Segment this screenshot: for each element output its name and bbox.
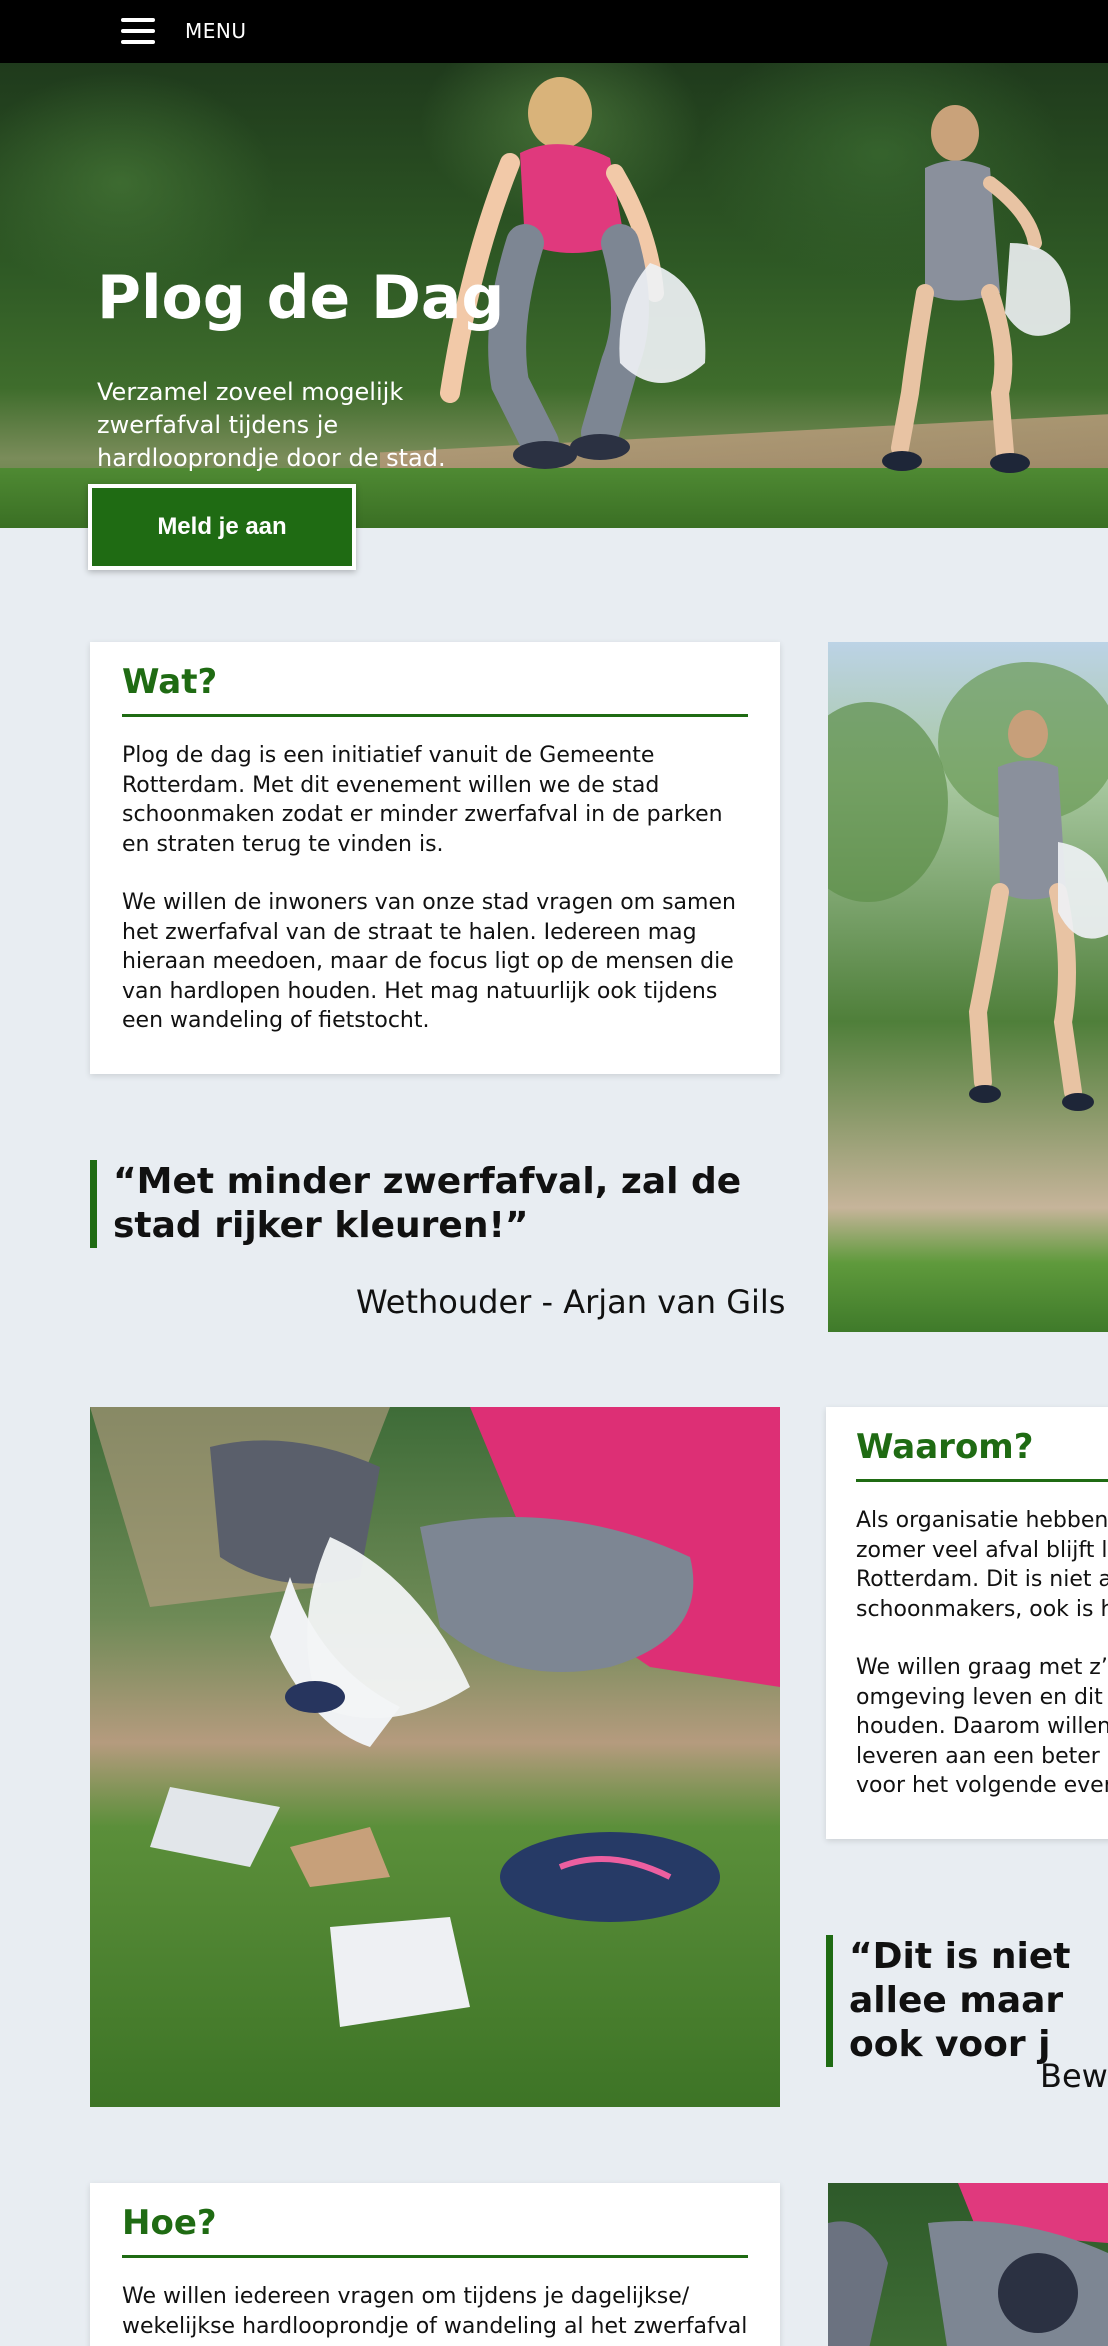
sign-up-button[interactable]: Meld je aan bbox=[88, 484, 356, 570]
runner-woman-with-bag-illustration bbox=[882, 105, 1071, 473]
quote-1-text: “Met minder zwerfafval, zal de stad rijk… bbox=[113, 1161, 742, 1246]
quote-1: “Met minder zwerfafval, zal de stad rijk… bbox=[90, 1160, 780, 1248]
quote-2: “Dit is niet allee maar ook voor j bbox=[826, 1935, 1108, 2067]
quote-1-attribution: Wethouder - Arjan van Gils bbox=[356, 1283, 786, 1321]
hero-subtitle: Verzamel zoveel mogelijk zwerfafval tijd… bbox=[97, 378, 446, 472]
how-card: Hoe? We willen iedereen vragen om tijden… bbox=[90, 2183, 780, 2346]
hero-title: Plog de Dag bbox=[97, 263, 505, 333]
quote-2-text: “Dit is niet allee maar ook voor j bbox=[849, 1936, 1071, 2065]
how-heading: Hoe? bbox=[122, 2203, 748, 2258]
how-paragraph: We willen iedereen vragen om tijdens je … bbox=[122, 2284, 748, 2339]
why-paragraph-1: Als organisatie hebben zomer veel afval … bbox=[856, 1508, 1108, 1622]
runners-photo-bottom bbox=[828, 2183, 1108, 2346]
menu-label[interactable]: MENU bbox=[185, 19, 247, 43]
litter-pickup-photo bbox=[90, 1407, 780, 2107]
why-heading: Waarom? bbox=[856, 1427, 1108, 1482]
hero-banner: Plog de Dag Verzamel zoveel mogelijk zwe… bbox=[0, 63, 1108, 528]
quote-2-attribution: Bewo bbox=[1040, 2057, 1108, 2095]
hands-picking-trash-illustration bbox=[90, 1407, 780, 2027]
crouching-runners-illustration bbox=[828, 2183, 1108, 2346]
why-paragraph-2: We willen graag met z’n omgeving leven e… bbox=[856, 1655, 1108, 1798]
why-card: Waarom? Als organisatie hebben zomer vee… bbox=[826, 1407, 1108, 1839]
runner-photo-right bbox=[828, 642, 1108, 1332]
hamburger-menu-icon[interactable] bbox=[121, 18, 155, 46]
what-card: Wat? Plog de dag is een initiatief vanui… bbox=[90, 642, 780, 1074]
what-paragraph-2: We willen de inwoners van onze stad vrag… bbox=[122, 890, 736, 1033]
runner-woman-illustration bbox=[828, 662, 1108, 1111]
what-heading: Wat? bbox=[122, 662, 748, 717]
top-navigation-bar: MENU bbox=[0, 0, 1108, 63]
what-paragraph-1: Plog de dag is een initiatief vanuit de … bbox=[122, 743, 723, 857]
